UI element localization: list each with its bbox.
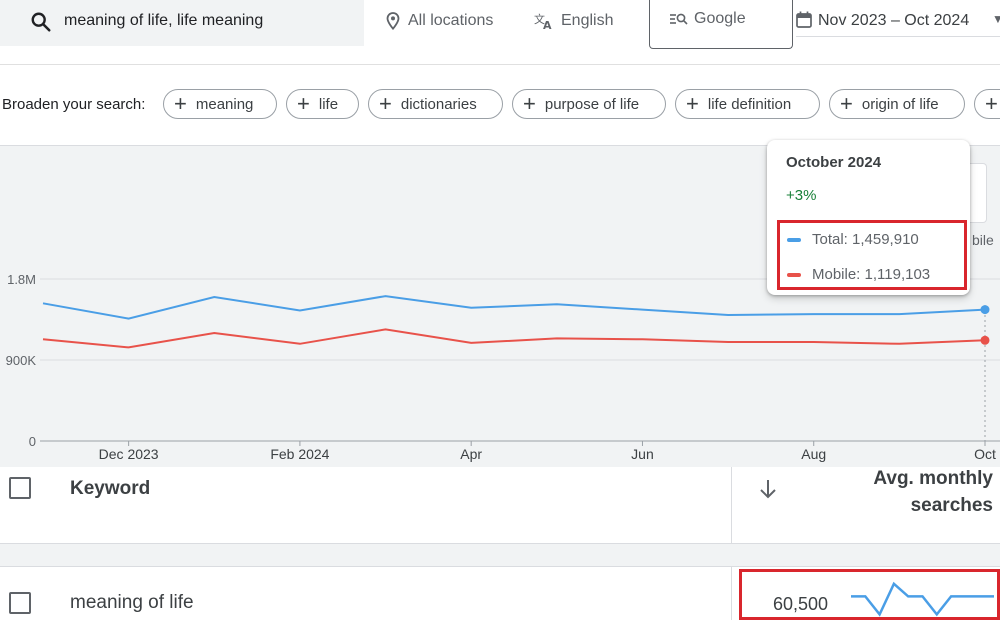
search-box[interactable]: meaning of life, life meaning <box>0 0 364 46</box>
search-icon <box>31 12 51 32</box>
search-network-icon <box>670 13 688 25</box>
plus-icon: + <box>523 91 536 116</box>
chip-label: origin of life <box>861 95 939 113</box>
column-header-avg-monthly-searches[interactable]: Avg. monthly searches <box>840 465 993 519</box>
sort-descending-icon[interactable] <box>758 478 778 500</box>
series-point-mobile <box>980 335 990 345</box>
translate-icon: 文 A <box>534 12 552 30</box>
network-button[interactable]: Google <box>649 0 793 49</box>
y-tick-label: 900K <box>6 353 37 368</box>
x-tick-label: Jun <box>631 446 654 462</box>
network-label: Google <box>694 10 746 27</box>
chart-tooltip: October 2024 +3% Total: 1,459,910 Mobile… <box>767 140 970 295</box>
chip-overflow[interactable]: + <box>974 89 1000 119</box>
chip-life-definition[interactable]: + life definition <box>675 89 820 119</box>
tooltip-title: October 2024 <box>786 154 882 171</box>
plus-icon: + <box>379 91 392 116</box>
date-range-label: Nov 2023 – Oct 2024 <box>818 12 970 29</box>
chevron-down-icon: ▼ <box>992 12 1000 26</box>
series-line-mobile <box>42 328 986 349</box>
legend-toggle-box[interactable] <box>970 163 987 223</box>
language-filter[interactable]: 文 A English <box>534 12 613 30</box>
plus-icon: + <box>174 91 187 116</box>
top-divider <box>0 64 1000 65</box>
row-highlight-box <box>739 569 1000 620</box>
plus-icon: + <box>297 91 310 116</box>
location-pin-icon <box>386 12 400 30</box>
y-tick-label: 0 <box>29 434 36 449</box>
x-tick-label: Dec 2023 <box>99 446 159 462</box>
x-tick-label: Aug <box>801 446 826 462</box>
chip-label: meaning <box>195 95 254 113</box>
language-label: English <box>561 12 614 29</box>
chip-label: life definition <box>707 95 792 113</box>
row-keyword: meaning of life <box>70 592 194 613</box>
calendar-icon <box>796 11 812 28</box>
chip-origin-of-life[interactable]: + origin of life <box>829 89 965 119</box>
chip-purpose-of-life[interactable]: + purpose of life <box>512 89 666 119</box>
plus-icon: + <box>985 91 998 116</box>
x-tick-label: Oct <box>974 446 996 462</box>
column-divider <box>731 467 732 543</box>
legend-mobile-label[interactable]: bile <box>972 232 994 248</box>
series-line-total <box>42 295 986 320</box>
tooltip-highlight-box <box>777 220 967 290</box>
table-band <box>0 544 1000 567</box>
broaden-label: Broaden your search: <box>2 96 146 113</box>
plus-icon: + <box>686 91 699 116</box>
chip-label: dictionaries <box>400 95 477 113</box>
column-header-keyword[interactable]: Keyword <box>70 478 150 500</box>
x-tick-label: Feb 2024 <box>270 446 329 462</box>
chip-dictionaries[interactable]: + dictionaries <box>368 89 503 119</box>
date-range-select[interactable]: Nov 2023 – Oct 2024 ▼ <box>796 0 1000 37</box>
chip-label: life <box>318 95 339 113</box>
plus-icon: + <box>840 91 853 116</box>
row-column-divider <box>731 567 732 620</box>
location-filter[interactable]: All locations <box>386 12 493 30</box>
svg-text:A: A <box>543 19 552 30</box>
tooltip-change: +3% <box>786 187 817 204</box>
chip-label: purpose of life <box>544 95 640 113</box>
x-tick-label: Apr <box>460 446 482 462</box>
series-point-total <box>980 305 990 315</box>
search-query[interactable]: meaning of life, life meaning <box>64 12 263 30</box>
y-tick-label: 1.8M <box>7 272 36 287</box>
chip-meaning[interactable]: + meaning <box>163 89 277 119</box>
select-all-checkbox[interactable] <box>9 477 31 499</box>
chip-life[interactable]: + life <box>286 89 359 119</box>
row-checkbox[interactable] <box>9 592 31 614</box>
location-label: All locations <box>408 12 494 29</box>
